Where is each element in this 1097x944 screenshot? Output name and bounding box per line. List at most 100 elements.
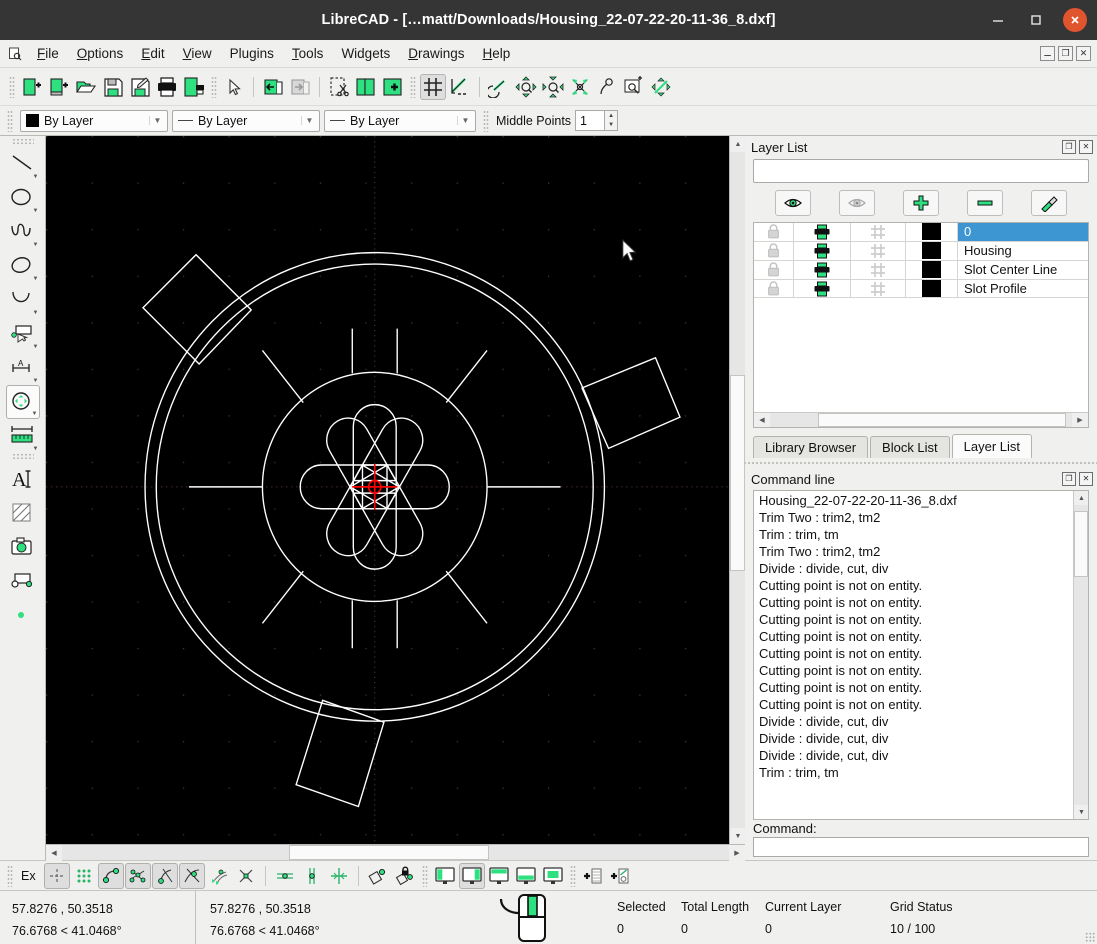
circle-tool-icon[interactable]: ▼: [6, 181, 40, 215]
zoom-in-icon[interactable]: [513, 74, 539, 100]
tools-grip-2[interactable]: [11, 453, 34, 460]
menu-widgets[interactable]: Widgets: [332, 43, 399, 64]
minimize-button[interactable]: [987, 9, 1009, 31]
float-panel-icon[interactable]: ❐: [1062, 140, 1076, 154]
copy-icon[interactable]: [353, 74, 379, 100]
add-layer-quick-icon[interactable]: [580, 863, 606, 889]
resize-grip[interactable]: [1085, 932, 1095, 942]
layer-color-cell[interactable]: [906, 260, 958, 279]
stepper-down-icon[interactable]: ▼: [605, 121, 617, 131]
layer-lock-cell[interactable]: [754, 223, 794, 241]
line-tool-icon[interactable]: ▼: [6, 147, 40, 181]
table-row[interactable]: 0: [754, 223, 1088, 242]
info-measure-tool-icon[interactable]: ▼: [6, 419, 40, 453]
cad-canvas[interactable]: [46, 136, 729, 844]
add-entity-quick-icon[interactable]: [607, 863, 633, 889]
fullscreen-left-icon[interactable]: [432, 863, 458, 889]
mdi-restore-icon[interactable]: ❐: [1058, 46, 1073, 61]
block-tool-icon[interactable]: [6, 564, 40, 598]
print-icon[interactable]: [154, 74, 180, 100]
command-input[interactable]: [753, 837, 1089, 857]
zoom-redraw-icon[interactable]: [648, 74, 674, 100]
scroll-down-icon[interactable]: ▼: [730, 828, 746, 844]
fullscreen-top-icon[interactable]: [486, 863, 512, 889]
snap-center-icon[interactable]: [178, 862, 205, 889]
zoom-window-icon[interactable]: [621, 74, 647, 100]
layer-color-cell[interactable]: [906, 223, 958, 241]
layer-construction-cell[interactable]: [851, 223, 906, 241]
snap-intersection-icon[interactable]: [124, 862, 151, 889]
zoom-pan-icon[interactable]: [594, 74, 620, 100]
chevron-down-icon[interactable]: ▼: [457, 116, 473, 125]
menu-view[interactable]: View: [174, 43, 221, 64]
scroll-right-icon[interactable]: ▶: [729, 845, 745, 861]
table-row[interactable]: Housing: [754, 241, 1088, 261]
float-panel-icon[interactable]: ❐: [1062, 472, 1076, 486]
dock-splitter[interactable]: [745, 459, 1097, 466]
zoom-previous-icon[interactable]: [486, 74, 512, 100]
tab-block-list[interactable]: Block List: [870, 436, 950, 458]
point-tool-icon[interactable]: [6, 598, 40, 632]
print-preview-icon[interactable]: [181, 74, 207, 100]
menu-file[interactable]: File: [28, 43, 68, 64]
chevron-down-icon[interactable]: ▼: [301, 116, 317, 125]
grid-toggle-icon[interactable]: [420, 73, 446, 100]
fullscreen-bottom-icon[interactable]: [513, 863, 539, 889]
layer-print-cell[interactable]: [794, 279, 851, 298]
tools-grip[interactable]: [11, 138, 34, 145]
cmd-vscroll-track[interactable]: [1074, 505, 1088, 805]
save-as-icon[interactable]: [127, 74, 153, 100]
canvas-horizontal-scrollbar[interactable]: ◀ ▶: [46, 844, 745, 861]
layer-table[interactable]: 0 Housing Slot Center Line Slot Profile …: [753, 222, 1089, 428]
stepper-up-icon[interactable]: ▲: [605, 111, 617, 121]
layer-color-cell[interactable]: [906, 279, 958, 298]
menu-tools[interactable]: Tools: [283, 43, 333, 64]
vscroll-track[interactable]: [730, 152, 745, 828]
scroll-up-icon[interactable]: ▲: [730, 136, 746, 152]
hscroll-thumb[interactable]: [288, 845, 489, 860]
add-layer-icon[interactable]: [903, 190, 939, 216]
snap-grid-icon[interactable]: [71, 863, 97, 889]
layer-print-cell[interactable]: [794, 223, 851, 241]
lock-relative-zero-icon[interactable]: [392, 863, 418, 889]
snap-middle-icon[interactable]: [151, 862, 178, 889]
mdi-close-icon[interactable]: ✕: [1076, 46, 1091, 61]
layer-construction-cell[interactable]: [851, 260, 906, 279]
edit-layer-icon[interactable]: [1031, 190, 1067, 216]
scroll-left-icon[interactable]: ◀: [754, 413, 770, 427]
close-panel-icon[interactable]: ✕: [1079, 472, 1093, 486]
restrict-orthogonal-icon[interactable]: [326, 863, 352, 889]
maximize-button[interactable]: [1025, 9, 1047, 31]
paste-icon[interactable]: [380, 74, 406, 100]
layer-print-cell[interactable]: [794, 260, 851, 279]
redo-icon[interactable]: [287, 74, 313, 100]
layer-filter-input[interactable]: [753, 159, 1089, 183]
snap-distance-icon[interactable]: [206, 863, 232, 889]
remove-layer-icon[interactable]: [967, 190, 1003, 216]
layer-lock-cell[interactable]: [754, 241, 794, 260]
fullscreen-fill-icon[interactable]: [540, 863, 566, 889]
scroll-left-icon[interactable]: ◀: [46, 845, 62, 861]
layer-lock-cell[interactable]: [754, 279, 794, 298]
fullscreen-center-icon[interactable]: [458, 862, 485, 889]
new-file-icon[interactable]: [19, 74, 45, 100]
layer-name-cell[interactable]: Housing: [958, 242, 1088, 260]
command-history-scrollbar[interactable]: ▲ ▼: [1073, 491, 1088, 819]
table-row[interactable]: Slot Center Line: [754, 260, 1088, 280]
select-pointer-icon[interactable]: [221, 74, 247, 100]
layer-table-hscrollbar[interactable]: ◀ ▶: [754, 412, 1088, 427]
text-tool-icon[interactable]: A: [6, 462, 40, 496]
menu-plugins[interactable]: Plugins: [221, 43, 283, 64]
close-button[interactable]: [1063, 8, 1087, 32]
layer-name-cell[interactable]: 0: [958, 223, 1088, 241]
snap-nearest-icon[interactable]: [233, 863, 259, 889]
vscroll-thumb[interactable]: [730, 375, 745, 572]
menu-edit[interactable]: Edit: [132, 43, 173, 64]
dimension-tool-icon[interactable]: A ▼: [6, 351, 40, 385]
snap-endpoint-icon[interactable]: [97, 862, 124, 889]
ellipse-tool-icon[interactable]: ▼: [6, 249, 40, 283]
menu-help[interactable]: Help: [474, 43, 520, 64]
tab-library-browser[interactable]: Library Browser: [753, 436, 869, 458]
layer-construction-cell[interactable]: [851, 279, 906, 298]
toolbar-grip-2[interactable]: [211, 75, 217, 98]
